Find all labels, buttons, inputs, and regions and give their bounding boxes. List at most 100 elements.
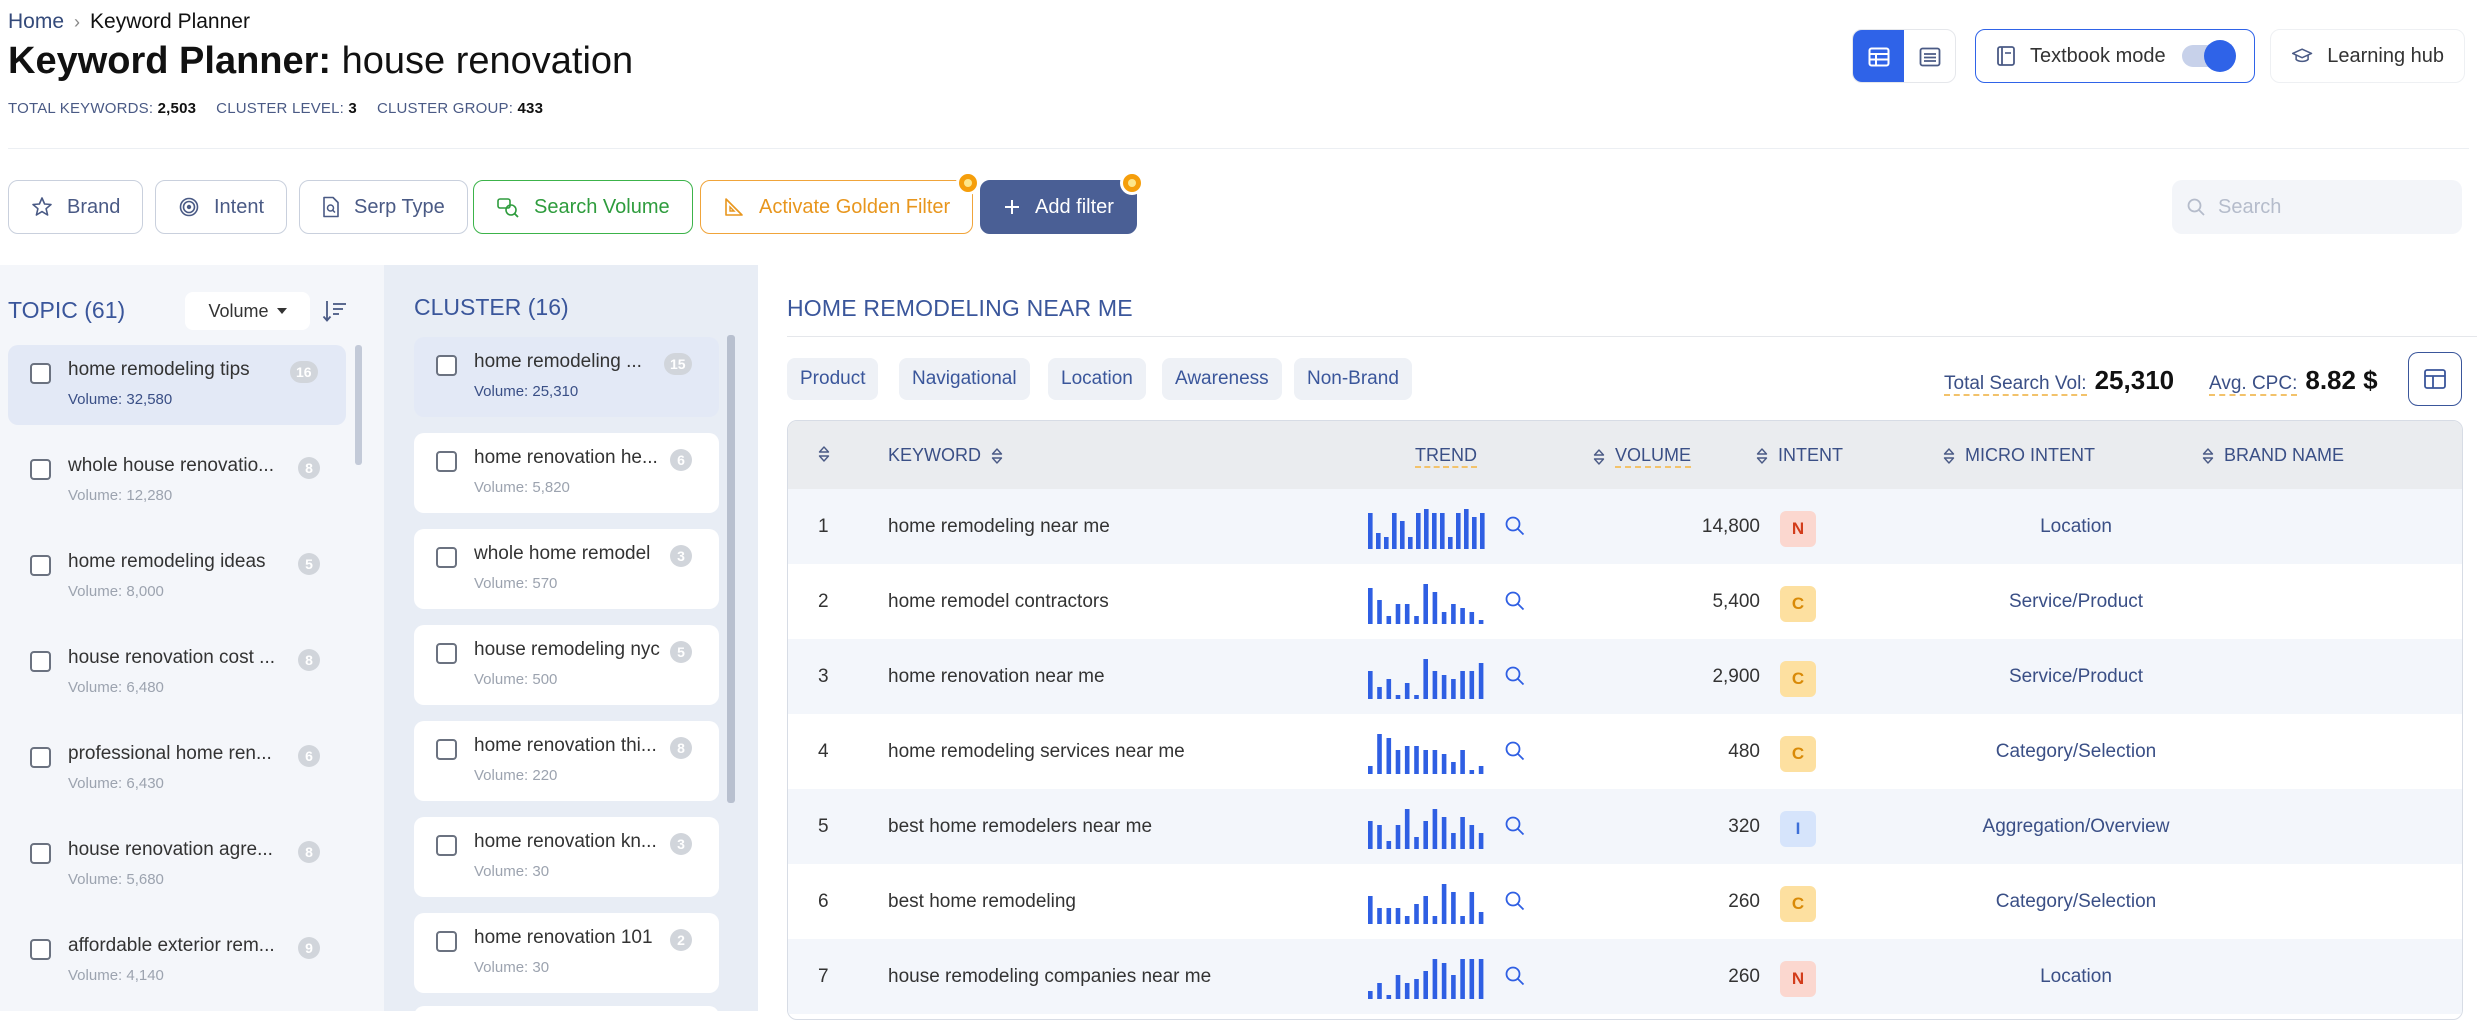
intent-filter-button[interactable]: Intent bbox=[155, 180, 288, 234]
cluster-checkbox[interactable] bbox=[436, 355, 457, 376]
cluster-item[interactable]: whole home remodel Volume: 570 3 bbox=[414, 529, 719, 609]
cluster-volume: Volume: 500 bbox=[474, 671, 558, 688]
topic-item[interactable]: affordable exterior rem... Volume: 4,140… bbox=[8, 921, 346, 1001]
keyword-column-header[interactable]: KEYWORD bbox=[888, 445, 1003, 466]
trend-bar bbox=[1441, 963, 1447, 999]
cluster-checkbox[interactable] bbox=[436, 931, 457, 952]
topic-checkbox[interactable] bbox=[30, 363, 51, 384]
stat-cluster-level-label: CLUSTER LEVEL: bbox=[216, 100, 345, 117]
cluster-item[interactable] bbox=[414, 1006, 719, 1026]
micro-intent-column-header[interactable]: MICRO INTENT bbox=[1943, 445, 2095, 466]
table-view-button[interactable] bbox=[1853, 30, 1904, 82]
cluster-item[interactable]: home remodeling ... Volume: 25,310 15 bbox=[414, 337, 719, 417]
row-number: 1 bbox=[818, 516, 829, 537]
cluster-checkbox[interactable] bbox=[436, 739, 457, 760]
breadcrumb-home[interactable]: Home bbox=[8, 10, 64, 34]
search-icon[interactable] bbox=[1504, 815, 1526, 837]
cluster-checkbox[interactable] bbox=[436, 451, 457, 472]
topic-item[interactable]: professional home ren... Volume: 6,430 6 bbox=[8, 729, 346, 809]
topic-checkbox[interactable] bbox=[30, 939, 51, 960]
topic-checkbox[interactable] bbox=[30, 843, 51, 864]
row-number-sort[interactable] bbox=[818, 445, 830, 463]
cluster-count-badge: 2 bbox=[670, 929, 692, 951]
topic-sort-select[interactable]: Volume bbox=[185, 292, 310, 330]
cluster-count-badge: 6 bbox=[670, 449, 692, 471]
cluster-checkbox[interactable] bbox=[436, 835, 457, 856]
topic-scrollbar[interactable] bbox=[355, 345, 362, 465]
table-row[interactable]: 3 home renovation near me 2,900 C Servic… bbox=[788, 639, 2462, 714]
average-cpc: Avg. CPC: 8.82 $ bbox=[2209, 365, 2378, 396]
trend-column-header[interactable]: TREND bbox=[1415, 445, 1477, 468]
search-input[interactable]: Search bbox=[2172, 180, 2462, 234]
list-view-button[interactable] bbox=[1904, 30, 1955, 82]
trend-bar bbox=[1480, 513, 1485, 549]
intent-column-header[interactable]: INTENT bbox=[1756, 445, 1843, 466]
table-row[interactable]: 2 home remodel contractors 5,400 C Servi… bbox=[788, 564, 2462, 639]
trend-bar bbox=[1423, 896, 1428, 924]
search-icon[interactable] bbox=[1504, 515, 1526, 537]
table-row[interactable]: 7 house remodeling companies near me 260… bbox=[788, 939, 2462, 1014]
table-row[interactable]: 5 best home remodelers near me 320 I Agg… bbox=[788, 789, 2462, 864]
cluster-item[interactable]: home renovation thi... Volume: 220 8 bbox=[414, 721, 719, 801]
volume-column-header[interactable]: VOLUME bbox=[1593, 445, 1692, 468]
search-icon[interactable] bbox=[1504, 665, 1526, 687]
trend-bar bbox=[1440, 513, 1445, 549]
intent-badge: C bbox=[1780, 661, 1816, 697]
textbook-mode-switch[interactable] bbox=[2182, 40, 2236, 72]
trend-bar bbox=[1386, 616, 1392, 624]
cluster-checkbox[interactable] bbox=[436, 547, 457, 568]
search-icon[interactable] bbox=[1504, 890, 1526, 912]
trend-bar bbox=[1368, 513, 1373, 549]
golden-filter-button[interactable]: Activate Golden Filter bbox=[700, 171, 981, 234]
textbook-mode-toggle[interactable]: Textbook mode bbox=[1975, 29, 2255, 83]
keyword-cell: home remodeling services near me bbox=[888, 741, 1185, 762]
cluster-checkbox[interactable] bbox=[436, 643, 457, 664]
topic-checkbox[interactable] bbox=[30, 747, 51, 768]
trend-bar bbox=[1423, 821, 1428, 849]
cluster-item[interactable]: house remodeling nyc Volume: 500 5 bbox=[414, 625, 719, 705]
serp-type-filter-button[interactable]: Serp Type bbox=[299, 180, 468, 234]
cluster-item[interactable]: home renovation he... Volume: 5,820 6 bbox=[414, 433, 719, 513]
brand-filter-button[interactable]: Brand bbox=[8, 180, 144, 234]
cluster-item[interactable]: home renovation 101 Volume: 30 2 bbox=[414, 913, 719, 993]
page-title: Keyword Planner: house renovation bbox=[8, 40, 633, 83]
notification-dot bbox=[1119, 171, 1144, 195]
search-icon[interactable] bbox=[1504, 590, 1526, 612]
caret-down-icon bbox=[276, 308, 287, 314]
total-search-volume-label: Total Search Vol: bbox=[1944, 373, 2087, 396]
topic-checkbox[interactable] bbox=[30, 555, 51, 576]
topic-item[interactable]: whole house renovatio... Volume: 12,280 … bbox=[8, 441, 346, 521]
topic-checkbox[interactable] bbox=[30, 459, 51, 480]
volume-cell: 14,800 bbox=[1701, 516, 1760, 537]
trend-bar bbox=[1368, 588, 1373, 624]
topic-item[interactable]: home remodeling ideas Volume: 8,000 5 bbox=[8, 537, 346, 617]
topic-title: whole house renovatio... bbox=[68, 455, 274, 476]
topic-item[interactable]: house renovation cost ... Volume: 6,480 … bbox=[8, 633, 346, 713]
add-filter-button[interactable]: Add filter bbox=[980, 171, 1144, 234]
columns-layout-button[interactable] bbox=[2408, 352, 2462, 406]
trend-bar bbox=[1395, 604, 1401, 624]
brand-name-column-header[interactable]: BRAND NAME bbox=[2202, 445, 2344, 466]
keyword-cell: best home remodelers near me bbox=[888, 816, 1153, 837]
trend-bar bbox=[1478, 663, 1484, 699]
learning-hub-button[interactable]: Learning hub bbox=[2270, 29, 2465, 83]
table-row[interactable]: 4 home remodeling services near me 480 C… bbox=[788, 714, 2462, 789]
micro-intent-cell: Category/Selection bbox=[1995, 741, 2157, 762]
table-row[interactable]: 1 home remodeling near me 14,800 N Locat… bbox=[788, 489, 2462, 564]
topic-checkbox[interactable] bbox=[30, 651, 51, 672]
topic-volume: Volume: 8,000 bbox=[68, 583, 164, 600]
search-icon[interactable] bbox=[1504, 740, 1526, 762]
search-icon[interactable] bbox=[1504, 965, 1526, 987]
trend-bar bbox=[1368, 991, 1373, 999]
trend-bar bbox=[1408, 537, 1413, 549]
topic-item[interactable]: home remodeling tips Volume: 32,580 16 bbox=[8, 345, 346, 425]
sort-order-button[interactable] bbox=[322, 298, 348, 324]
search-volume-filter-button[interactable]: Search Volume bbox=[473, 180, 693, 234]
cluster-volume: Volume: 570 bbox=[474, 575, 558, 592]
table-row[interactable]: 6 best home remodeling 260 C Category/Se… bbox=[788, 864, 2462, 939]
cluster-item[interactable]: home renovation kn... Volume: 30 3 bbox=[414, 817, 719, 897]
topic-title: home remodeling tips bbox=[68, 359, 250, 380]
topic-item[interactable]: house renovation agre... Volume: 5,680 8 bbox=[8, 825, 346, 905]
row-number: 3 bbox=[818, 666, 829, 687]
cluster-scrollbar[interactable] bbox=[727, 335, 735, 803]
